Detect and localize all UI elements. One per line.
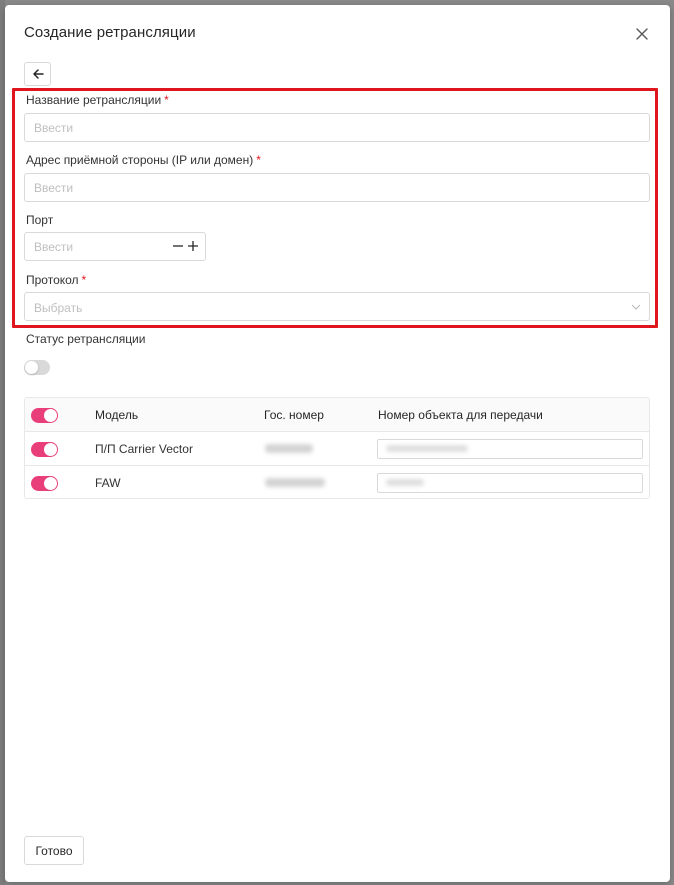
relay-status-label: Статус ретрансляции bbox=[26, 332, 146, 346]
row-toggle[interactable] bbox=[31, 442, 58, 457]
receiver-address-input[interactable] bbox=[24, 173, 650, 202]
protocol-label: Протокол * bbox=[26, 273, 86, 287]
object-number-input[interactable] bbox=[377, 439, 643, 459]
receiver-address-label-text: Адрес приёмной стороны (IP или домен) bbox=[26, 153, 254, 167]
relay-name-input[interactable] bbox=[24, 113, 650, 142]
protocol-label-text: Протокол bbox=[26, 273, 79, 287]
relay-name-label: Название ретрансляции * bbox=[26, 93, 169, 107]
column-plate: Гос. номер bbox=[264, 408, 324, 422]
column-object-number: Номер объекта для передачи bbox=[378, 408, 543, 422]
column-model: Модель bbox=[95, 408, 139, 422]
port-label: Порт bbox=[26, 213, 54, 227]
select-all-toggle[interactable] bbox=[31, 408, 58, 423]
dialog-title: Создание ретрансляции bbox=[24, 24, 196, 41]
arrow-left-icon bbox=[32, 69, 44, 79]
table-row: FAW bbox=[25, 466, 649, 498]
done-button[interactable]: Готово bbox=[24, 836, 84, 865]
required-mark: * bbox=[256, 153, 261, 167]
vehicles-table: Модель Гос. номер Номер объекта для пере… bbox=[24, 397, 650, 499]
minus-icon[interactable] bbox=[171, 239, 185, 253]
chevron-down-icon bbox=[631, 304, 641, 310]
receiver-address-label: Адрес приёмной стороны (IP или домен) * bbox=[26, 153, 261, 167]
row-model: FAW bbox=[95, 476, 121, 490]
required-mark: * bbox=[81, 273, 87, 287]
object-number-input[interactable] bbox=[377, 473, 643, 493]
row-plate-redacted bbox=[265, 444, 313, 453]
table-row: П/П Carrier Vector bbox=[25, 432, 649, 466]
close-icon[interactable] bbox=[633, 25, 651, 43]
back-button[interactable] bbox=[24, 62, 51, 86]
table-header: Модель Гос. номер Номер объекта для пере… bbox=[25, 398, 649, 432]
relay-status-toggle[interactable] bbox=[24, 360, 50, 375]
protocol-placeholder: Выбрать bbox=[34, 301, 83, 315]
protocol-select[interactable]: Выбрать bbox=[24, 292, 650, 321]
create-relay-dialog: Создание ретрансляции Название ретрансля… bbox=[5, 5, 670, 882]
required-mark: * bbox=[164, 93, 169, 107]
row-plate-redacted bbox=[265, 478, 325, 487]
port-stepper bbox=[24, 232, 206, 261]
row-toggle[interactable] bbox=[31, 476, 58, 491]
row-model: П/П Carrier Vector bbox=[95, 442, 193, 456]
plus-icon[interactable] bbox=[186, 239, 200, 253]
relay-name-label-text: Название ретрансляции bbox=[26, 93, 162, 107]
port-input[interactable] bbox=[25, 233, 165, 260]
